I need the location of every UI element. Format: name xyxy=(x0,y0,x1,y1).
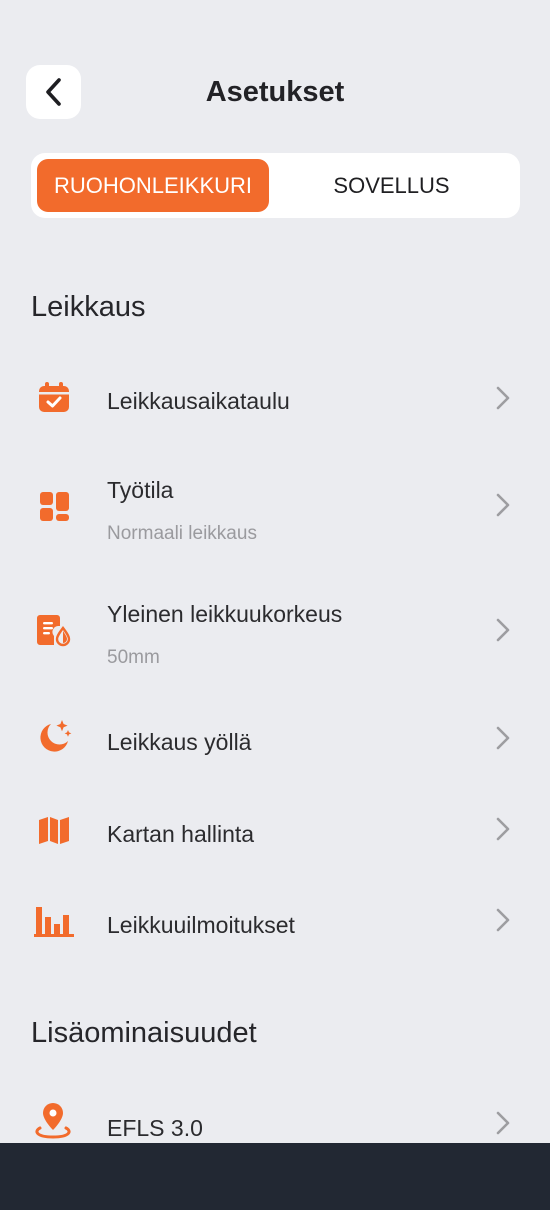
settings-item-work-mode[interactable]: Työtila Normaali leikkaus xyxy=(0,470,550,550)
settings-item-label: Leikkausaikataulu xyxy=(107,388,290,414)
chevron-right-icon xyxy=(496,817,510,841)
section-title-additional-features: Lisäominaisuudet xyxy=(31,1017,257,1049)
tab-mower[interactable]: RUOHONLEIKKURI xyxy=(37,159,269,212)
chevron-right-icon xyxy=(496,1111,510,1135)
header: Asetukset xyxy=(0,0,550,150)
settings-item-value: 50mm xyxy=(107,647,160,668)
settings-item-label: Kartan hallinta xyxy=(107,821,255,847)
calendar-check-icon xyxy=(34,378,74,418)
settings-item-label: EFLS 3.0 xyxy=(107,1115,203,1141)
section-title-mowing: Leikkaus xyxy=(31,291,146,323)
settings-item-label: Yleinen leikkuukorkeus xyxy=(107,601,343,627)
settings-item-schedule[interactable]: Leikkausaikataulu xyxy=(0,370,550,430)
page-title: Asetukset xyxy=(205,76,345,108)
document-height-icon xyxy=(34,610,74,650)
chevron-right-icon xyxy=(496,726,510,750)
location-pin-icon xyxy=(33,1101,73,1141)
settings-item-efls[interactable]: EFLS 3.0 xyxy=(0,1095,550,1150)
chevron-right-icon xyxy=(496,386,510,410)
settings-item-label: Työtila xyxy=(107,477,174,503)
chevron-right-icon xyxy=(496,908,510,932)
settings-item-value: Normaali leikkaus xyxy=(107,523,257,544)
settings-tab-switcher: RUOHONLEIKKURI SOVELLUS xyxy=(31,153,520,218)
settings-item-cutting-height[interactable]: Yleinen leikkuukorkeus 50mm xyxy=(0,595,550,675)
layout-blocks-icon xyxy=(34,486,74,526)
chevron-right-icon xyxy=(496,618,510,642)
settings-item-map-management[interactable]: Kartan hallinta xyxy=(0,801,550,861)
bar-chart-icon xyxy=(32,901,76,941)
chevron-right-icon xyxy=(496,493,510,517)
settings-item-label: Leikkuuilmoitukset xyxy=(107,912,295,938)
settings-item-label: Leikkaus yöllä xyxy=(107,729,252,755)
settings-item-mowing-reports[interactable]: Leikkuuilmoitukset xyxy=(0,892,550,952)
tab-app[interactable]: SOVELLUS xyxy=(269,159,514,212)
system-navigation-bar xyxy=(0,1143,550,1210)
moon-stars-icon xyxy=(34,717,74,757)
map-icon xyxy=(34,810,74,850)
settings-item-night-mowing[interactable]: Leikkaus yöllä xyxy=(0,710,550,770)
